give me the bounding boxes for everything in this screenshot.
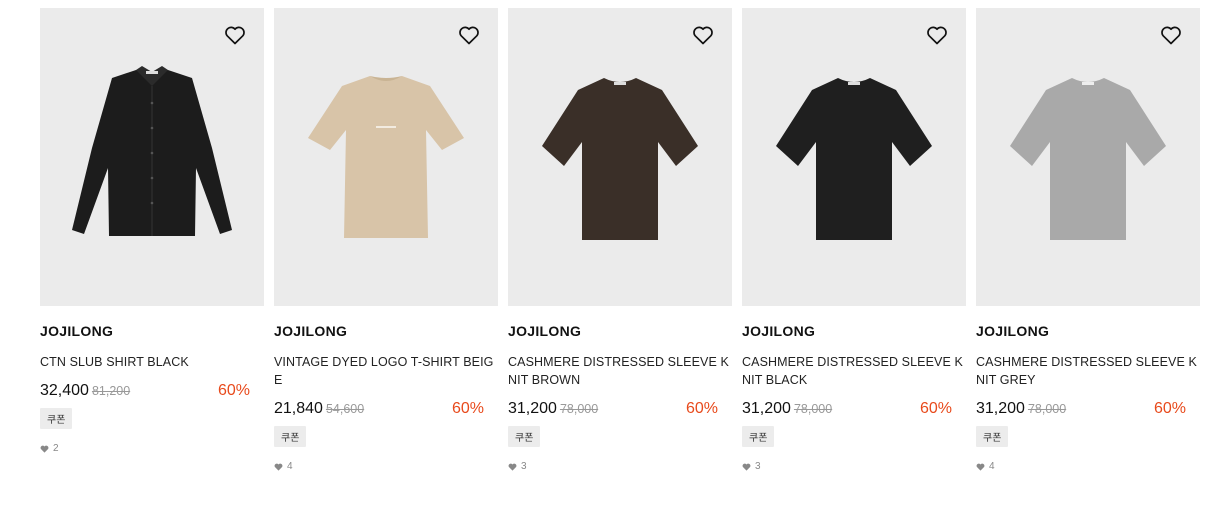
original-price: 78,000 bbox=[793, 402, 833, 416]
coupon-badge: 쿠폰 bbox=[274, 426, 307, 447]
wishlist-heart-icon[interactable] bbox=[691, 23, 715, 47]
product-image[interactable] bbox=[508, 8, 732, 306]
brand-name[interactable]: JOJILONG bbox=[40, 323, 264, 339]
shirt-image bbox=[72, 66, 232, 236]
like-count-value: 4 bbox=[287, 461, 293, 472]
brand-name[interactable]: JOJILONG bbox=[274, 323, 498, 339]
product-image[interactable] bbox=[742, 8, 966, 306]
price-row: 32,400 81,200 60% bbox=[40, 382, 264, 404]
sale-price: 31,200 bbox=[508, 400, 557, 417]
coupon-badge: 쿠폰 bbox=[742, 426, 775, 447]
price-row: 31,200 78,000 60% bbox=[742, 400, 966, 422]
discount-rate: 60% bbox=[1153, 400, 1186, 417]
price-row: 21,840 54,600 60% bbox=[274, 400, 498, 422]
like-count: 3 bbox=[742, 461, 966, 472]
like-count: 4 bbox=[274, 461, 498, 472]
original-price: 54,600 bbox=[325, 402, 365, 416]
product-card[interactable]: JOJILONG CASHMERE DISTRESSED SLEEVE KNIT… bbox=[742, 8, 966, 472]
original-price: 78,000 bbox=[1027, 402, 1067, 416]
wishlist-heart-icon[interactable] bbox=[223, 23, 247, 47]
heart-filled-icon bbox=[40, 445, 49, 453]
knit-image bbox=[1010, 78, 1166, 240]
coupon-badge: 쿠폰 bbox=[976, 426, 1009, 447]
like-count-value: 3 bbox=[755, 461, 761, 472]
like-count-value: 4 bbox=[989, 461, 995, 472]
like-count-value: 2 bbox=[53, 443, 59, 454]
product-card[interactable]: JOJILONG CTN SLUB SHIRT BLACK 32,400 81,2… bbox=[40, 8, 264, 454]
brand-name[interactable]: JOJILONG bbox=[742, 323, 966, 339]
sale-price: 31,200 bbox=[976, 400, 1025, 417]
product-image[interactable] bbox=[274, 8, 498, 306]
sale-price: 31,200 bbox=[742, 400, 791, 417]
product-name[interactable]: CASHMERE DISTRESSED SLEEVE KNIT BLACK bbox=[742, 353, 966, 389]
original-price: 81,200 bbox=[91, 384, 131, 398]
price-row: 31,200 78,000 60% bbox=[508, 400, 732, 422]
heart-filled-icon bbox=[274, 463, 283, 471]
product-grid: JOJILONG CTN SLUB SHIRT BLACK 32,400 81,2… bbox=[0, 0, 1208, 511]
heart-filled-icon bbox=[742, 463, 751, 471]
product-card[interactable]: JOJILONG CASHMERE DISTRESSED SLEEVE KNIT… bbox=[508, 8, 732, 472]
coupon-badge: 쿠폰 bbox=[40, 408, 73, 429]
price-row: 31,200 78,000 60% bbox=[976, 400, 1200, 422]
discount-rate: 60% bbox=[685, 400, 718, 417]
wishlist-heart-icon[interactable] bbox=[457, 23, 481, 47]
sale-price: 21,840 bbox=[274, 400, 323, 417]
heart-filled-icon bbox=[976, 463, 985, 471]
product-image[interactable] bbox=[40, 8, 264, 306]
knit-image bbox=[542, 78, 698, 240]
product-name[interactable]: VINTAGE DYED LOGO T-SHIRT BEIGE bbox=[274, 353, 498, 389]
brand-name[interactable]: JOJILONG bbox=[976, 323, 1200, 339]
product-card[interactable]: JOJILONG CASHMERE DISTRESSED SLEEVE KNIT… bbox=[976, 8, 1200, 472]
like-count: 3 bbox=[508, 461, 732, 472]
sale-price: 32,400 bbox=[40, 382, 89, 399]
discount-rate: 60% bbox=[451, 400, 484, 417]
like-count: 4 bbox=[976, 461, 1200, 472]
discount-rate: 60% bbox=[919, 400, 952, 417]
product-name[interactable]: CASHMERE DISTRESSED SLEEVE KNIT GREY bbox=[976, 353, 1200, 389]
original-price: 78,000 bbox=[559, 402, 599, 416]
brand-name[interactable]: JOJILONG bbox=[508, 323, 732, 339]
product-name[interactable]: CASHMERE DISTRESSED SLEEVE KNIT BROWN bbox=[508, 353, 732, 389]
tshirt-image bbox=[308, 76, 464, 238]
discount-rate: 60% bbox=[217, 382, 250, 399]
coupon-badge: 쿠폰 bbox=[508, 426, 541, 447]
wishlist-heart-icon[interactable] bbox=[925, 23, 949, 47]
knit-image bbox=[776, 78, 932, 240]
heart-filled-icon bbox=[508, 463, 517, 471]
wishlist-heart-icon[interactable] bbox=[1159, 23, 1183, 47]
product-card[interactable]: JOJILONG VINTAGE DYED LOGO T-SHIRT BEIGE… bbox=[274, 8, 498, 472]
product-image[interactable] bbox=[976, 8, 1200, 306]
like-count-value: 3 bbox=[521, 461, 527, 472]
like-count: 2 bbox=[40, 443, 264, 454]
product-name[interactable]: CTN SLUB SHIRT BLACK bbox=[40, 353, 264, 371]
